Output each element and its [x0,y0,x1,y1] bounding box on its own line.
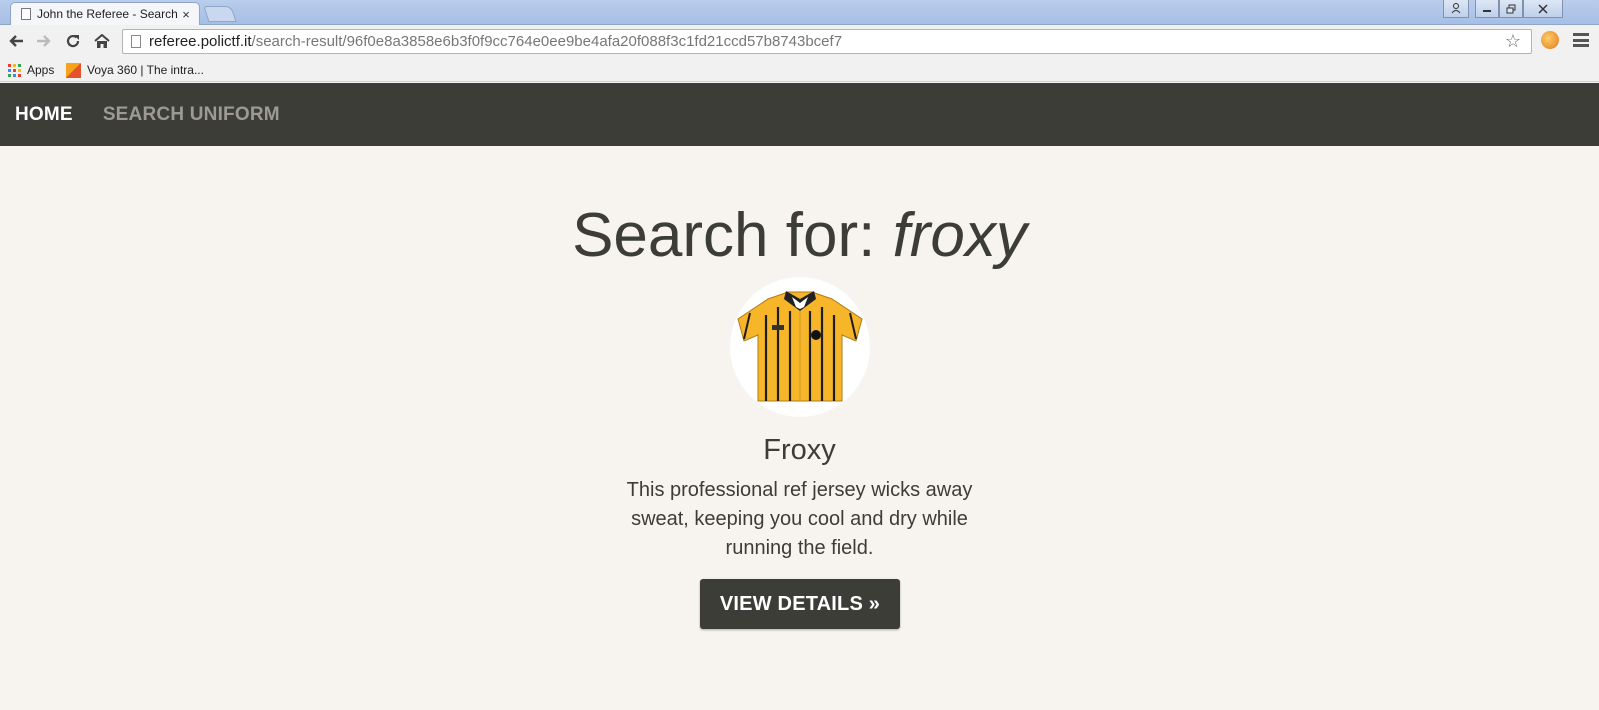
close-window-icon[interactable] [1523,0,1563,18]
reload-icon[interactable] [62,30,84,52]
referee-jersey-image [730,277,870,417]
main-content: Search for: froxy Froxy This professiona… [0,146,1599,710]
url-path: /search-result/96f0e8a3858e6b3f0f9cc764e… [251,33,843,50]
apps-grid-icon [8,63,21,77]
tab-close-icon[interactable]: × [179,7,193,22]
product-description: This professional ref jersey wicks away … [626,479,973,559]
minimize-icon[interactable] [1475,0,1499,18]
tab-title: John the Referee - Search [37,7,178,21]
bookmark-label: Apps [27,63,55,77]
bookmark-apps[interactable]: Apps [8,61,54,79]
browser-toolbar: referee.polictf.it/search-result/96f0e8a… [0,25,1599,58]
nav-home[interactable]: HOME [15,104,73,126]
view-details-button[interactable]: VIEW DETAILS » [700,579,900,629]
page-title: Search for: froxy [0,200,1599,271]
address-bar[interactable]: referee.polictf.it/search-result/96f0e8a… [122,29,1532,54]
restore-icon[interactable] [1499,0,1523,18]
bookmarks-bar: Apps Voya 360 | The intra... [0,58,1599,82]
bookmark-voya[interactable]: Voya 360 | The intra... [66,61,204,79]
page-icon [21,8,31,20]
site-navbar: HOME SEARCH UNIFORM [0,83,1599,146]
home-icon[interactable] [91,30,113,52]
bookmark-label: Voya 360 | The intra... [87,63,204,77]
page-icon [131,35,141,48]
forward-arrow-icon[interactable] [33,30,55,52]
search-query: froxy [892,201,1027,270]
search-prefix: Search for: [572,201,893,270]
voya-icon [66,62,81,78]
bookmark-star-icon[interactable]: ☆ [1505,31,1521,52]
extension-icon[interactable] [1541,31,1559,49]
browser-tab[interactable]: John the Referee - Search × [10,2,200,25]
nav-search-uniform[interactable]: SEARCH UNIFORM [103,104,280,126]
browser-titlebar: John the Referee - Search × [0,0,1599,25]
menu-icon[interactable] [1573,33,1589,47]
back-arrow-icon[interactable] [5,30,27,52]
new-tab-button[interactable] [203,6,237,22]
profile-icon[interactable] [1443,0,1469,18]
url-host: referee.polictf.it [149,33,252,50]
product-name: Froxy [763,434,836,466]
